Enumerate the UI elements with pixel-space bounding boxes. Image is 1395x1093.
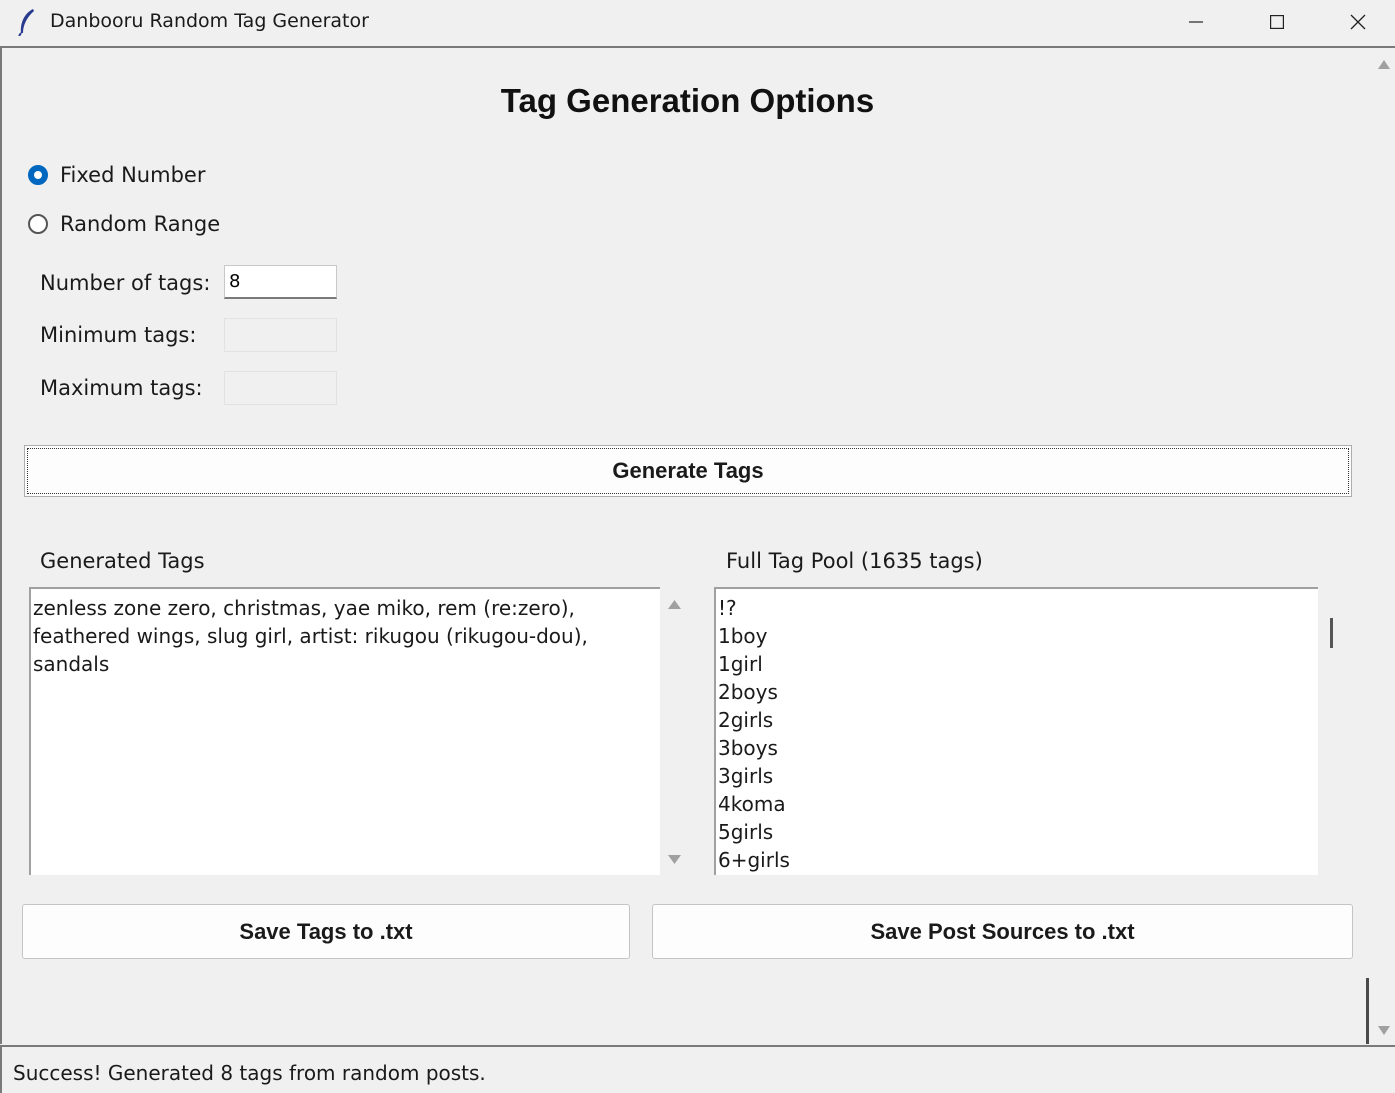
list-item[interactable]: 3girls <box>718 762 1316 790</box>
tag-pool-list[interactable]: !? 1boy 1girl 2boys 2girls 3boys 3girls … <box>714 587 1318 875</box>
list-item[interactable]: 2girls <box>718 706 1316 734</box>
radio-selected-icon <box>28 165 48 185</box>
maximum-tags-label: Maximum tags: <box>40 376 203 400</box>
feather-icon <box>18 9 34 36</box>
minimum-tags-input[interactable] <box>224 318 337 352</box>
minimize-button[interactable] <box>1156 0 1236 44</box>
status-text: Success! Generated 8 tags from random po… <box>13 1061 486 1085</box>
list-item[interactable]: 6+girls <box>718 846 1316 874</box>
minimum-tags-label: Minimum tags: <box>40 323 197 347</box>
list-item[interactable]: 1boy <box>718 622 1316 650</box>
list-item[interactable]: 5girls <box>718 818 1316 846</box>
page-title: Tag Generation Options <box>500 82 875 119</box>
fixed-number-label: Fixed Number <box>60 163 206 187</box>
maximize-icon <box>1270 15 1284 29</box>
scroll-down-icon[interactable] <box>1377 1025 1391 1037</box>
list-item[interactable]: 3boys <box>718 734 1316 762</box>
status-bar: Success! Generated 8 tags from random po… <box>0 1045 1395 1093</box>
close-icon <box>1350 14 1366 30</box>
generated-tags-text: zenless zone zero, christmas, yae miko, … <box>33 596 588 676</box>
maximize-button[interactable] <box>1237 0 1317 44</box>
generated-tags-label: Generated Tags <box>40 549 205 573</box>
save-sources-button[interactable]: Save Post Sources to .txt <box>652 904 1353 959</box>
save-tags-button[interactable]: Save Tags to .txt <box>22 904 630 959</box>
close-button[interactable] <box>1318 0 1395 44</box>
list-item[interactable]: 2boys <box>718 678 1316 706</box>
radio-unselected-icon <box>28 214 48 234</box>
random-range-label: Random Range <box>60 212 221 236</box>
tag-pool-scrollbar-thumb[interactable] <box>1330 618 1333 648</box>
scroll-up-icon[interactable] <box>1377 58 1391 70</box>
title-bar: Danbooru Random Tag Generator <box>0 0 1395 48</box>
scrollbar-thumb[interactable] <box>1366 978 1369 1044</box>
window-title: Danbooru Random Tag Generator <box>50 10 369 32</box>
generated-tags-textbox[interactable]: zenless zone zero, christmas, yae miko, … <box>29 587 660 875</box>
random-range-radio[interactable]: Random Range <box>28 212 220 236</box>
minimize-icon <box>1189 21 1203 23</box>
scroll-up-icon[interactable] <box>667 598 682 610</box>
scroll-down-icon[interactable] <box>667 854 682 866</box>
list-item[interactable]: 4koma <box>718 790 1316 818</box>
list-item[interactable]: 1girl <box>718 650 1316 678</box>
main-panel <box>0 48 1368 1044</box>
number-of-tags-input[interactable] <box>224 265 337 299</box>
tag-pool-label: Full Tag Pool (1635 tags) <box>726 549 983 573</box>
number-of-tags-label: Number of tags: <box>40 271 211 295</box>
generate-tags-button[interactable]: Generate Tags <box>24 445 1352 497</box>
fixed-number-radio[interactable]: Fixed Number <box>28 163 205 187</box>
maximum-tags-input[interactable] <box>224 371 337 405</box>
list-item[interactable]: !? <box>718 594 1316 622</box>
